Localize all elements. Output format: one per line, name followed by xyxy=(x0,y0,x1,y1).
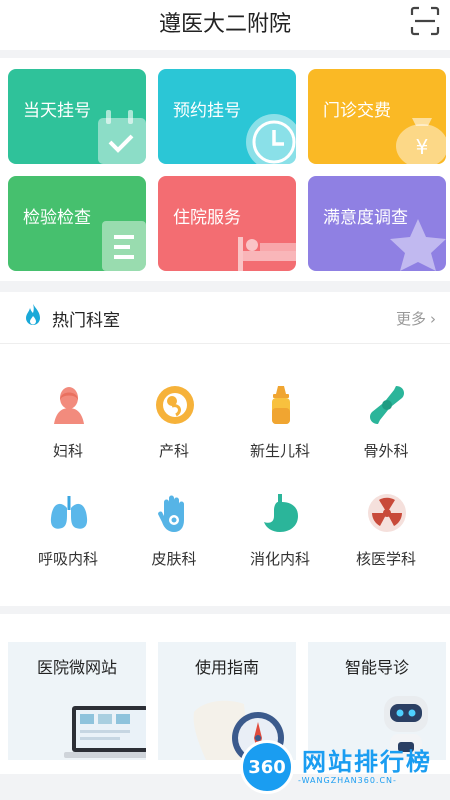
baby-bottle-icon xyxy=(272,386,290,424)
lungs-icon xyxy=(50,496,88,529)
watermark-badge: 360 xyxy=(240,740,294,794)
section-title: 热门科室 xyxy=(52,311,120,331)
tile-label: 检验检查 xyxy=(23,208,91,228)
top-bar: 遵医大二附院 xyxy=(0,0,450,50)
dept-label: 呼吸内科 xyxy=(37,550,98,568)
tile-label: 门诊交费 xyxy=(323,101,391,121)
dept-label: 核医学科 xyxy=(355,550,416,568)
dept-label: 皮肤科 xyxy=(151,550,197,568)
dept-label: 妇科 xyxy=(52,442,83,460)
scan-icon[interactable] xyxy=(410,6,440,36)
page-title: 遵医大二附院 xyxy=(158,12,291,37)
dept-label: 消化内科 xyxy=(249,550,310,568)
calendar-check-icon xyxy=(98,110,146,164)
bed-icon xyxy=(238,237,296,271)
svg-text:¥: ¥ xyxy=(416,135,429,159)
flame-icon xyxy=(26,304,40,325)
chevron-right-icon: › xyxy=(430,310,436,328)
dept-item-nuclear-medicine[interactable]: 核医学科 xyxy=(330,492,442,592)
dept-label: 骨外科 xyxy=(363,442,409,460)
watermark-subtext: -WANGZHAN360.CN- xyxy=(298,776,397,785)
fetus-icon xyxy=(156,386,194,424)
tile-appointment-registration[interactable]: 预约挂号 xyxy=(158,69,296,164)
dept-item-gastroenterology[interactable]: 消化内科 xyxy=(224,492,336,592)
more-link[interactable]: 更多 › xyxy=(396,308,436,329)
tile-outpatient-payment[interactable]: 门诊交费 ¥ xyxy=(308,69,446,164)
tile-same-day-registration[interactable]: 当天挂号 xyxy=(8,69,146,164)
radiation-icon xyxy=(368,494,406,532)
bone-joint-icon xyxy=(370,386,404,424)
dept-label: 新生儿科 xyxy=(249,442,310,460)
dept-label: 产科 xyxy=(158,442,189,460)
tile-label: 当天挂号 xyxy=(23,101,91,121)
clock-icon xyxy=(246,114,296,164)
dept-item-gynecology[interactable]: 妇科 xyxy=(12,384,124,484)
watermark-logo: 360 网站排行榜 -WANGZHAN360.CN- xyxy=(240,738,445,796)
money-bag-icon: ¥ xyxy=(396,118,446,164)
popular-departments: 热门科室 更多 › 妇科 产科 新生儿科 骨外科 呼吸内科 皮肤科 消化内科 核… xyxy=(0,292,450,606)
hand-skin-icon xyxy=(158,495,184,532)
dept-item-neonatology[interactable]: 新生儿科 xyxy=(224,384,336,484)
more-label: 更多 xyxy=(395,310,426,328)
dept-item-respiratory[interactable]: 呼吸内科 xyxy=(12,492,124,592)
dept-item-orthopedics[interactable]: 骨外科 xyxy=(330,384,442,484)
report-sheet-icon xyxy=(102,221,146,271)
laptop-icon xyxy=(64,706,146,758)
section-header: 热门科室 更多 › xyxy=(0,292,450,344)
tile-label: 预约挂号 xyxy=(173,101,241,121)
woman-icon xyxy=(54,387,84,424)
tile-label: 住院服务 xyxy=(173,208,241,228)
stomach-icon xyxy=(264,494,298,532)
watermark-text: 网站排行榜 xyxy=(302,748,432,776)
tile-satisfaction-survey[interactable]: 满意度调查 xyxy=(308,176,446,271)
tile-inpatient-service[interactable]: 住院服务 xyxy=(158,176,296,271)
tile-lab-examination[interactable]: 检验检查 xyxy=(8,176,146,271)
service-micro-website[interactable]: 医院微网站 xyxy=(8,642,146,760)
star-icon xyxy=(390,219,446,271)
quick-service-grid: 当天挂号 预约挂号 门诊交费 ¥ 检验检查 住院服务 满意度调查 xyxy=(0,58,450,281)
dept-item-obstetrics[interactable]: 产科 xyxy=(118,384,230,484)
dept-item-dermatology[interactable]: 皮肤科 xyxy=(118,492,230,592)
